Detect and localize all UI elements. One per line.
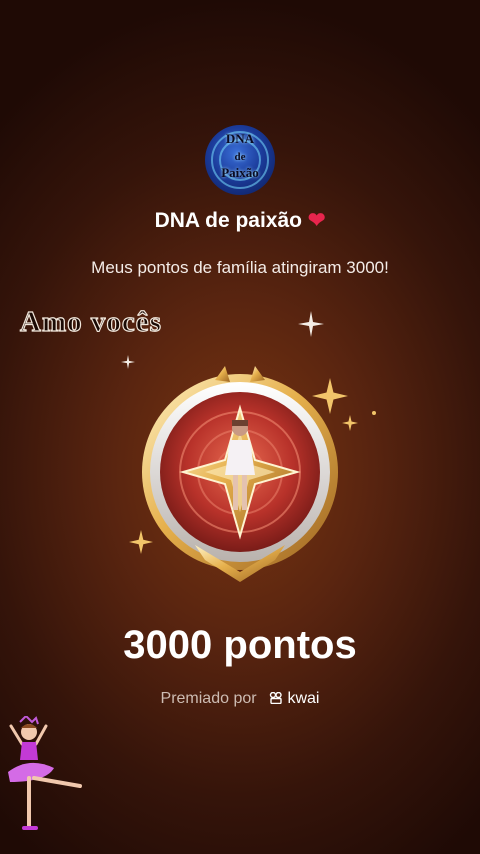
- heart-icon: ❤: [307, 209, 326, 232]
- ballerina-sticker: [8, 716, 82, 830]
- awarded-by-label: Premiado por: [160, 690, 257, 707]
- sparkle-icon: [298, 311, 324, 337]
- group-avatar[interactable]: DNA de Paixão: [205, 125, 275, 195]
- points-total: 3000 pontos: [123, 623, 357, 667]
- awarded-by: Premiado por kwai: [0, 690, 480, 708]
- points-badge: [142, 366, 338, 582]
- sparkle-dot-icon: [372, 411, 376, 415]
- love-sticker-text: Amo vocês: [19, 305, 162, 338]
- family-points-message: Meus pontos de família atingiram 3000!: [91, 258, 389, 277]
- group-title: DNA de paixão ❤: [0, 208, 480, 233]
- avatar-text-mid: de: [234, 151, 246, 163]
- kwai-brand: kwai: [269, 690, 319, 707]
- avatar-text-top: DNA: [225, 131, 255, 146]
- kwai-logo-icon: [269, 691, 282, 705]
- group-name: DNA de paixão: [154, 209, 302, 232]
- avatar-text-bottom: Paixão: [221, 165, 259, 180]
- kwai-brand-name: kwai: [287, 690, 320, 707]
